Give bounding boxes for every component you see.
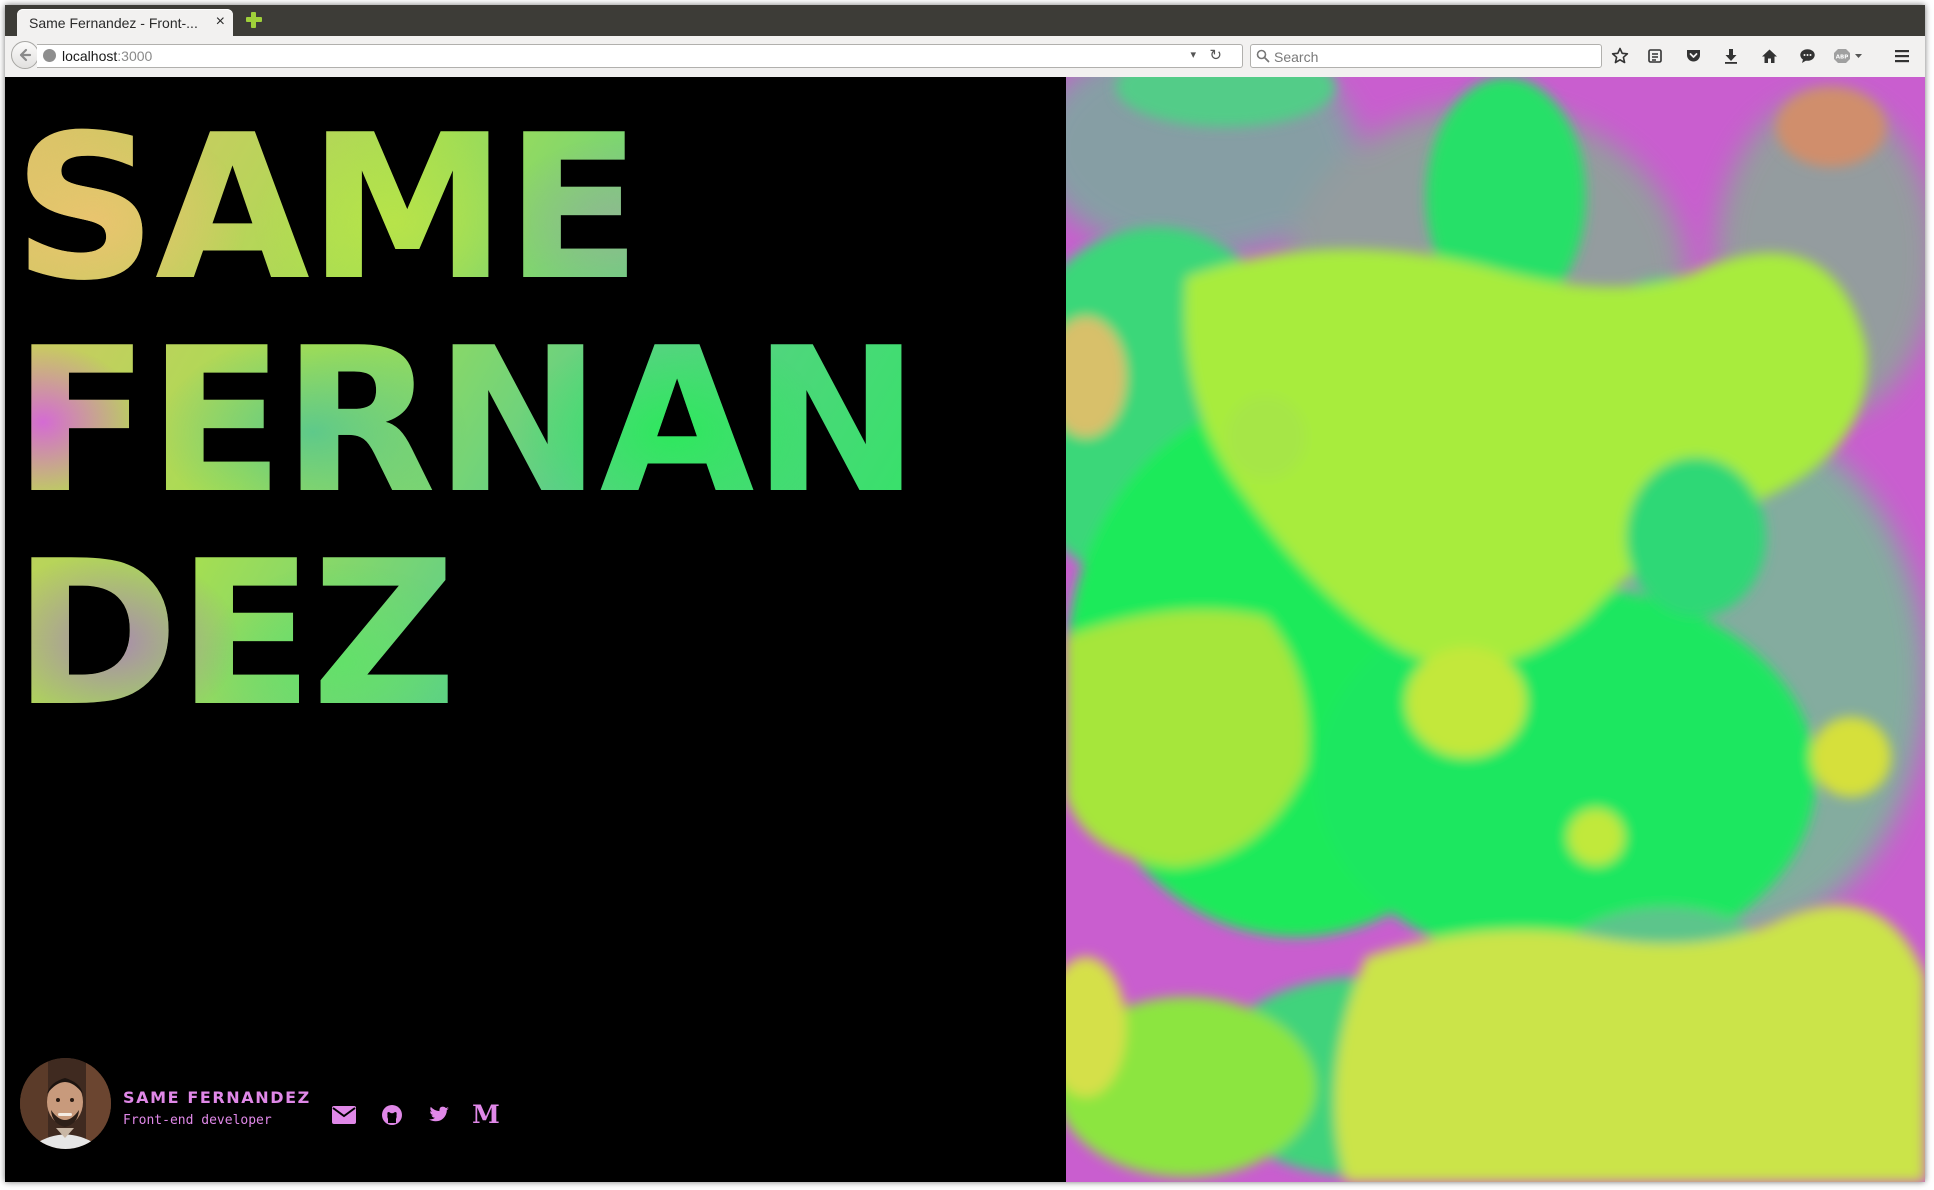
search-placeholder: Search: [1274, 49, 1319, 65]
hero-name-line-3: DEZ: [13, 518, 455, 751]
github-icon[interactable]: [378, 1102, 406, 1128]
chat-icon[interactable]: [1796, 45, 1818, 67]
url-host: localhost: [62, 48, 118, 64]
hero-name-line-2: FERNAN: [13, 305, 918, 538]
generative-artwork: [1066, 77, 1925, 1182]
medium-label: M: [472, 1100, 500, 1129]
reading-list-icon[interactable]: [1644, 45, 1666, 67]
author-name: SAME FERNANDEZ: [123, 1088, 311, 1107]
svg-text:ABP: ABP: [1836, 55, 1848, 61]
back-button[interactable]: [11, 41, 39, 69]
url-port: :3000: [117, 48, 153, 64]
site-info-icon[interactable]: [43, 49, 56, 62]
url-text[interactable]: localhost:3000: [62, 48, 152, 64]
bookmark-star-icon[interactable]: [1609, 45, 1631, 67]
download-icon[interactable]: [1720, 45, 1742, 67]
avatar-portrait: [20, 1058, 111, 1149]
menu-icon[interactable]: [1891, 45, 1913, 67]
twitter-icon[interactable]: [425, 1102, 453, 1128]
reload-icon[interactable]: ↻: [1209, 46, 1222, 64]
search-input[interactable]: Search: [1250, 44, 1602, 68]
left-panel: SAME FERNAN DEZ SAME FERNANDEZ Front-end…: [5, 77, 1066, 1182]
search-icon: [1256, 49, 1270, 63]
hero-name-line-1: SAME: [13, 92, 640, 325]
tab-title: Same Fernandez - Front-...: [29, 15, 198, 31]
page-content: SAME FERNAN DEZ SAME FERNANDEZ Front-end…: [5, 77, 1925, 1182]
arrow-left-icon: [19, 48, 32, 62]
nav-bar: localhost:3000 ▾ ↻ Search ABP: [5, 36, 1925, 78]
adblock-icon[interactable]: ABP: [1834, 45, 1864, 67]
email-icon[interactable]: [330, 1102, 358, 1128]
avatar: [20, 1058, 111, 1149]
browser-window: Same Fernandez - Front-... × localhost:3…: [5, 5, 1925, 1182]
url-dropdown-icon[interactable]: ▾: [1190, 48, 1196, 61]
tab-close-button[interactable]: ×: [216, 13, 225, 31]
url-bar[interactable]: localhost:3000 ▾ ↻: [37, 44, 1243, 68]
medium-icon[interactable]: M: [472, 1102, 500, 1128]
author-role: Front-end developer: [123, 1113, 272, 1128]
hero-name: SAME FERNAN DEZ: [13, 102, 918, 741]
browser-tab[interactable]: Same Fernandez - Front-... ×: [17, 9, 233, 36]
artwork-canvas: [1066, 77, 1925, 1182]
pocket-icon[interactable]: [1682, 45, 1704, 67]
home-icon[interactable]: [1758, 45, 1780, 67]
tab-bar: Same Fernandez - Front-... ×: [5, 5, 1925, 36]
new-tab-button[interactable]: [245, 11, 263, 29]
